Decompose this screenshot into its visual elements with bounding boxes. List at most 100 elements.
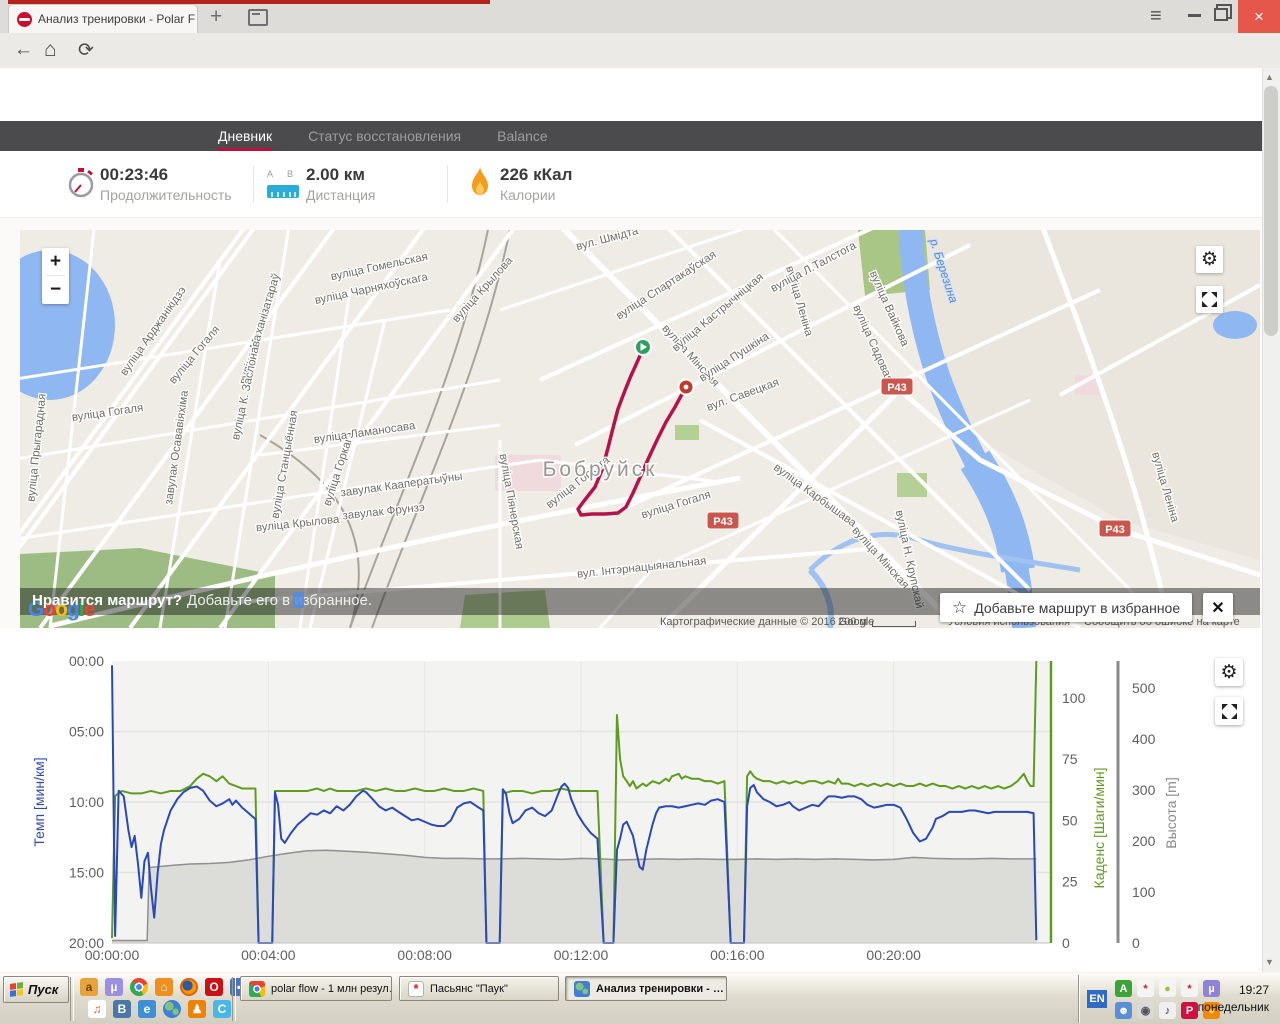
cadence-axis-title: Каденс [Шаги/мин] <box>1091 768 1107 889</box>
chart-settings-button[interactable]: ⚙ <box>1215 658 1243 686</box>
tray-icon[interactable]: P <box>1181 1002 1198 1019</box>
pace-tick-label: 05:00 <box>69 724 104 740</box>
altitude-tick-label: 300 <box>1132 782 1156 798</box>
pace-axis-title: Темп [мин/км] <box>31 757 47 846</box>
tray-icon[interactable]: * <box>1181 980 1198 997</box>
start-button[interactable]: Пуск <box>3 976 70 1003</box>
pace-tick-label: 15:00 <box>69 865 104 881</box>
pace-tick-label: 10:00 <box>69 794 104 810</box>
subnav-balance[interactable]: Balance <box>497 121 548 151</box>
menu-icon[interactable]: ≡ <box>1150 5 1162 28</box>
calories-label: Калории <box>500 187 556 203</box>
stats-bar: 00:23:46 Продолжительность AB 2.00 км Ди… <box>0 151 1280 342</box>
pace-tick-label: 00:00 <box>69 653 104 669</box>
route-map[interactable]: вуліца Арджанікідзэ вуліца Гогаля вуліца М… <box>20 230 1260 628</box>
quick-launch-icon[interactable]: ♟ <box>188 1000 206 1018</box>
tray-icon[interactable]: ☻ <box>1115 1002 1132 1019</box>
restore-button[interactable] <box>1214 8 1228 21</box>
quick-launch-icon[interactable]: ♫ <box>88 1000 106 1018</box>
quick-launch-icon[interactable]: B <box>113 1000 131 1018</box>
taskbar-divider <box>70 977 74 1021</box>
altitude-axis-title: Высота [m] <box>1163 777 1179 848</box>
map-canvas: вуліца Арджанікідзэвуліца Гогаля вуліца М… <box>20 230 1260 628</box>
refresh-icon[interactable]: ⟳ <box>78 39 94 62</box>
x-tick-label: 00:12:00 <box>554 947 609 963</box>
language-indicator[interactable]: EN <box>1087 990 1107 1008</box>
altitude-tick-label: 100 <box>1132 884 1156 900</box>
tray-icon[interactable]: ◉ <box>1137 1002 1154 1019</box>
polar-header: PLAR. FLOW ЛЕНТА НОВОСТЕЙ| МАРШРУТЫ| ДНЕ… <box>0 68 1280 189</box>
minimize-button[interactable] <box>1188 14 1201 17</box>
altitude-tick-label: 400 <box>1132 731 1156 747</box>
tray-icon[interactable]: ♪ <box>1159 1002 1176 1019</box>
clock: 19:27 понедельник <box>1198 982 1269 1016</box>
chrome-icon <box>249 980 265 997</box>
subnav-diary[interactable]: Дневник <box>218 121 273 151</box>
quick-launch-icon[interactable]: µ <box>105 978 123 996</box>
windows-taskbar: Пуск a µ ⌂ O ▪ ♫ Be ♟ C polar flow - 1 млн резу… <box>0 972 1280 1024</box>
stopwatch-icon <box>68 168 94 198</box>
fullscreen-icon <box>1221 703 1237 719</box>
map-zoom-control: + − <box>42 248 69 304</box>
taskbar-button-training-analysis[interactable]: Анализ тренировки - … <box>565 976 727 1001</box>
quick-launch-icon[interactable]: ⌂ <box>155 978 173 996</box>
home-icon[interactable]: ⌂ <box>44 38 57 62</box>
altitude-tick-label: 0 <box>1132 935 1140 951</box>
quick-launch-icon[interactable] <box>130 978 148 996</box>
training-chart[interactable]: 00:0005:0010:0015:0020:0000:00:00 00:04:0… <box>0 628 1262 972</box>
quick-launch-row2: ♫ Be ♟ C <box>88 1000 231 1018</box>
quick-launch-icon[interactable] <box>163 1000 181 1018</box>
text-cursor <box>293 592 304 608</box>
scroll-up-icon[interactable]: ▲ <box>1265 72 1274 82</box>
sub-nav: Дневник Статус восстановления Balance <box>0 121 1280 151</box>
toast-title: Нравится маршрут? <box>32 592 183 609</box>
tray-icon[interactable]: * <box>1137 980 1154 997</box>
map-settings-button[interactable]: ⚙ <box>1196 246 1223 273</box>
screen: Анализ тренировки - Polar F + ≡ × ← ⌂ ⟳ … <box>0 0 1280 1024</box>
new-tab-button[interactable]: + <box>210 6 222 27</box>
map-fullscreen-button[interactable] <box>1196 286 1223 313</box>
clock-day: понедельник <box>1197 1000 1269 1014</box>
taskbar-divider <box>232 977 236 1021</box>
ruler-ab-label: AB <box>267 169 308 179</box>
road-badge-label: Р43 <box>1105 524 1125 536</box>
globe-icon <box>574 980 590 997</box>
x-tick-label: 00:20:00 <box>866 947 921 963</box>
gear-icon: ⚙ <box>1200 249 1219 270</box>
quick-launch-icon[interactable]: a <box>80 978 98 996</box>
distance-label: Дистанция <box>306 187 376 203</box>
quick-launch-icon[interactable]: e <box>138 1000 156 1018</box>
quick-launch-icon[interactable]: C <box>213 1000 231 1018</box>
quick-launch-icon[interactable] <box>180 978 198 996</box>
browser-tab[interactable]: Анализ тренировки - Polar F <box>8 4 198 33</box>
subnav-recovery-status[interactable]: Статус восстановления <box>308 121 461 151</box>
zoom-out-button[interactable]: − <box>42 276 69 303</box>
zoom-in-button[interactable]: + <box>42 248 69 275</box>
scrollbar-thumb[interactable] <box>1264 86 1278 336</box>
scroll-down-icon[interactable]: ▼ <box>1265 957 1274 967</box>
add-route-favorite-button[interactable]: ☆ Добавьте маршрут в избранное <box>940 593 1193 622</box>
toast-close-button[interactable]: ✕ <box>1203 593 1233 622</box>
calories-flame-icon <box>472 165 488 195</box>
tab-title: Анализ тренировки - Polar F <box>38 12 196 26</box>
x-tick-label: 00:08:00 <box>397 947 452 963</box>
tray-icon[interactable]: ● <box>1159 980 1176 997</box>
cadence-tick-label: 0 <box>1062 935 1070 951</box>
x-tick-label: 00:16:00 <box>710 947 765 963</box>
altitude-area <box>112 850 1037 943</box>
taskbar-button-spider-solitaire[interactable]: * Пасьянс "Паук" <box>399 976 559 1001</box>
cadence-tick-label: 100 <box>1062 690 1086 706</box>
back-icon[interactable]: ← <box>14 39 33 61</box>
altitude-tick-label: 500 <box>1132 680 1156 696</box>
close-button[interactable]: × <box>1238 0 1280 33</box>
system-tray: EN A * ● * µ ☻ ◉ ♪ P ● 19:27 понедельник <box>1078 975 1275 1023</box>
chart-fullscreen-button[interactable] <box>1215 697 1243 725</box>
quick-launch-icon[interactable]: O <box>205 978 223 996</box>
taskbar-button-polar-flow-search[interactable]: polar flow - 1 млн резул… <box>240 976 392 1001</box>
star-icon: ☆ <box>952 597 968 617</box>
tray-icon[interactable]: A <box>1115 980 1132 997</box>
toast-text: Добавьте его в избранное. <box>187 592 372 609</box>
tab-list-icon[interactable] <box>248 9 268 26</box>
duration-value: 00:23:46 <box>100 165 169 184</box>
map-scale-bar <box>872 621 916 627</box>
